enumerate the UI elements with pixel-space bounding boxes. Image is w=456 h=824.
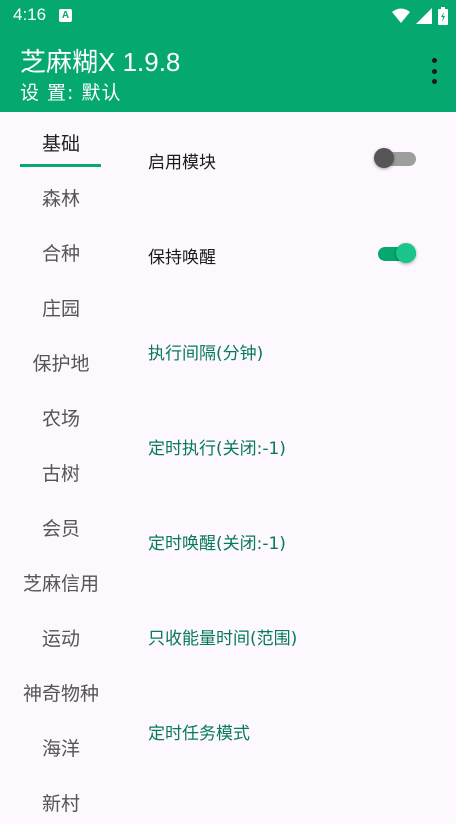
keep-awake-switch[interactable] <box>374 239 420 269</box>
enable-module-switch[interactable] <box>374 144 420 174</box>
status-bar: 4:16 A <box>0 0 456 32</box>
more-vert-icon <box>431 58 437 63</box>
enable-module-label: 启用模块 <box>148 153 216 173</box>
more-vert-icon <box>431 79 437 84</box>
app-title: 芝麻糊X 1.9.8 <box>20 47 181 77</box>
tab-member[interactable]: 会员 <box>0 509 122 549</box>
tab-farm[interactable]: 农场 <box>0 399 122 439</box>
switch-thumb <box>396 243 416 263</box>
status-icons <box>392 6 448 26</box>
more-menu-button[interactable] <box>428 58 440 84</box>
tab-ancient-tree[interactable]: 古树 <box>0 454 122 494</box>
more-vert-icon <box>431 68 437 74</box>
tab-forest[interactable]: 森林 <box>0 179 122 219</box>
status-time: 4:16 <box>13 5 47 24</box>
tab-cooperate[interactable]: 合种 <box>0 234 122 274</box>
tab-sesame-credit[interactable]: 芝麻信用 <box>0 564 122 604</box>
exec-interval-setting[interactable]: 执行间隔(分钟) <box>148 339 263 364</box>
switch-thumb <box>374 148 394 168</box>
keep-awake-label: 保持唤醒 <box>148 248 216 268</box>
tab-magic-species[interactable]: 神奇物种 <box>0 674 122 714</box>
tab-ocean[interactable]: 海洋 <box>0 729 122 769</box>
tab-new-village[interactable]: 新村 <box>0 784 122 824</box>
signal-icon <box>416 8 432 24</box>
timed-exec-setting[interactable]: 定时执行(关闭:-1) <box>148 434 286 459</box>
energy-time-setting[interactable]: 只收能量时间(范围) <box>148 624 297 649</box>
tab-basic[interactable]: 基础 <box>0 124 122 164</box>
battery-icon <box>438 7 448 25</box>
tab-indicator <box>20 164 101 167</box>
wifi-icon <box>392 8 410 23</box>
app-bar: 芝麻糊X 1.9.8 设 置: 默认 <box>0 32 456 112</box>
tab-manor[interactable]: 庄园 <box>0 289 122 329</box>
task-mode-setting[interactable]: 定时任务模式 <box>148 719 250 744</box>
notification-icon: A <box>59 9 72 22</box>
timed-wake-setting[interactable]: 定时唤醒(关闭:-1) <box>148 529 286 554</box>
app-subtitle: 设 置: 默认 <box>20 82 122 104</box>
settings-tabs: 基础 森林 合种 庄园 保护地 农场 古树 会员 芝麻信用 运动 神奇物种 海洋… <box>0 112 122 815</box>
tab-sports[interactable]: 运动 <box>0 619 122 659</box>
settings-content: 启用模块 保持唤醒 执行间隔(分钟) 定时执行(关闭:-1) 定时唤醒(关闭:-… <box>122 112 456 812</box>
tab-reserve[interactable]: 保护地 <box>0 344 122 384</box>
